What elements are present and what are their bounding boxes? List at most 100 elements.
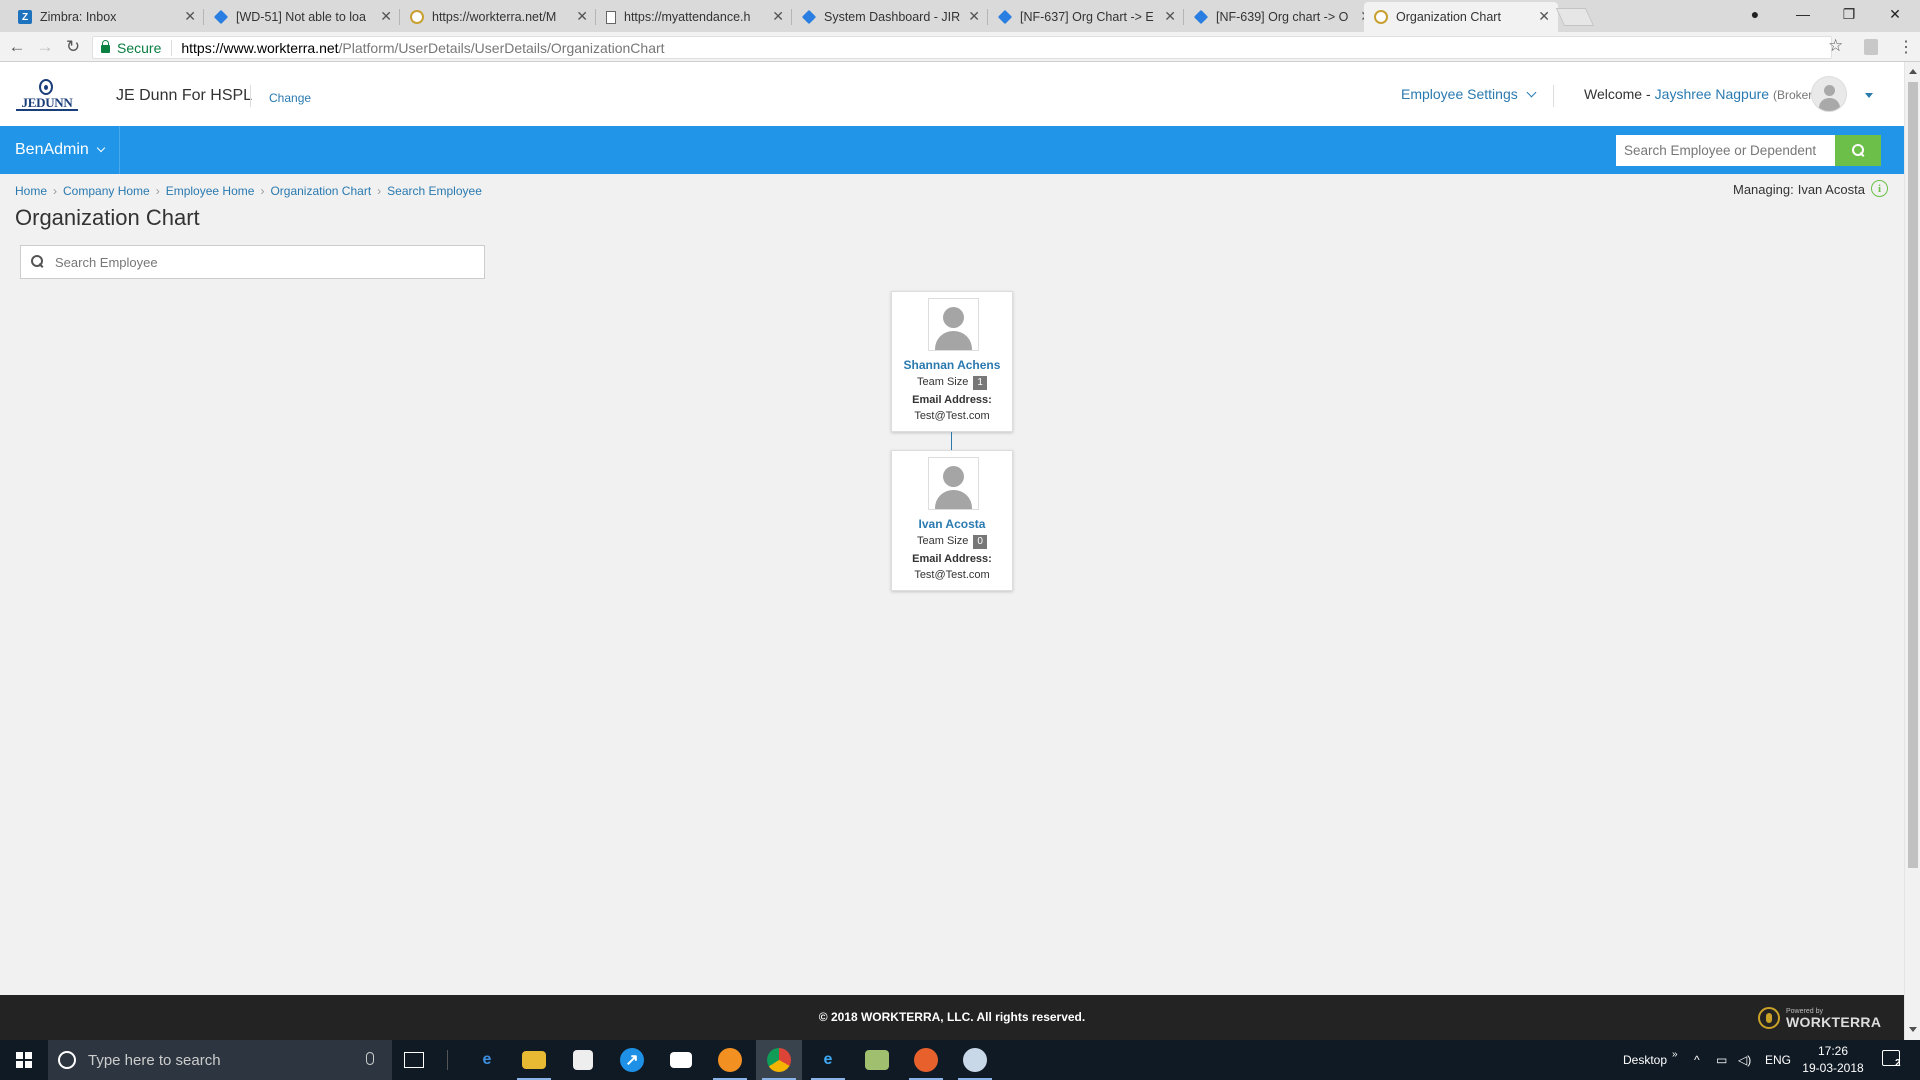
logo-mark-icon [39,79,53,95]
site-header: JEDUNN JE Dunn For HSPL Change Employee … [0,62,1904,126]
taskbar-firefox[interactable] [903,1040,949,1080]
site-footer: © 2018 WORKTERRA, LLC. All rights reserv… [0,995,1904,1040]
profile-icon[interactable]: ● [1732,0,1778,28]
org-chart-connector [951,432,952,450]
browser-tab[interactable]: https://myattendance.h ✕ [596,2,792,32]
search-employee-input[interactable] [55,246,480,278]
employee-name-link[interactable]: Ivan Acosta [892,517,1012,531]
close-icon[interactable]: ✕ [1538,9,1550,23]
language-indicator[interactable]: ENG [1765,1040,1791,1080]
user-avatar[interactable] [1811,76,1847,112]
cortana-icon [58,1051,76,1069]
start-button[interactable] [0,1040,48,1080]
jira-icon [801,9,817,25]
close-icon[interactable]: ✕ [184,9,196,23]
taskbar-file-explorer[interactable] [511,1040,557,1080]
scroll-up-icon[interactable] [1909,69,1917,74]
org-chart-node: Shannan Achens Team Size 1 Email Address… [891,291,1013,432]
network-icon[interactable]: ▭ [1716,1040,1727,1080]
workterra-icon [1374,10,1388,24]
page-title: Organization Chart [15,205,200,230]
bookmark-star-icon[interactable]: ☆ [1828,36,1843,56]
breadcrumb-company-home[interactable]: Company Home [63,184,150,198]
page-scrollbar[interactable] [1904,62,1920,1040]
breadcrumb-search-employee[interactable]: Search Employee [387,184,482,198]
browser-tab[interactable]: System Dashboard - JIRA ✕ [792,2,988,32]
chevron-right-icon: › [53,184,58,198]
volume-icon[interactable]: ◁) [1738,1040,1751,1080]
email-value: Test@Test.com [914,569,990,581]
change-company-link[interactable]: Change [269,91,311,105]
forward-icon[interactable]: → [34,36,56,58]
task-view-icon[interactable] [404,1052,424,1068]
new-tab-button[interactable] [1555,8,1595,26]
employee-dependent-search-input[interactable] [1616,135,1835,166]
managing-label: Managing: [1733,182,1794,197]
team-size-badge[interactable]: 1 [973,376,987,390]
taskbar-store[interactable] [560,1040,606,1080]
taskbar-search-box[interactable]: Type here to search [48,1040,392,1080]
address-bar[interactable]: Secure https://www.workterra.net /Platfo… [92,36,1832,59]
taskbar-app-blue[interactable]: ↗ [609,1040,655,1080]
browser-tab[interactable]: Z Zimbra: Inbox ✕ [8,2,204,32]
employee-settings-menu[interactable]: Employee Settings [1401,86,1537,102]
employee-name-link[interactable]: Shannan Achens [892,358,1012,372]
back-icon[interactable]: ← [6,36,28,58]
extension-icon[interactable] [1864,39,1878,55]
breadcrumb-employee-home[interactable]: Employee Home [166,184,255,198]
reload-icon[interactable]: ↻ [62,36,84,58]
taskbar-mail[interactable] [658,1040,704,1080]
taskbar-paint[interactable] [952,1040,998,1080]
employee-settings-label: Employee Settings [1401,86,1518,102]
taskbar-edge[interactable]: e [464,1040,510,1080]
firefox-icon [914,1048,938,1072]
restore-icon[interactable]: ❐ [1826,0,1872,28]
taskbar-archive[interactable] [854,1040,900,1080]
tab-label: [NF-639] Org chart -> O [1216,10,1349,24]
browser-tab[interactable]: https://workterra.net/M ✕ [400,2,596,32]
close-icon[interactable]: ✕ [772,9,784,23]
email-label: Email Address: [912,553,992,565]
close-icon[interactable]: ✕ [1164,9,1176,23]
close-icon[interactable]: ✕ [576,9,588,23]
chevron-down-icon [1526,87,1537,98]
browser-tab-active[interactable]: Organization Chart ✕ [1364,2,1558,32]
chevron-right-icon: › [377,184,382,198]
tab-label: Zimbra: Inbox [40,10,117,24]
breadcrumb-organization-chart[interactable]: Organization Chart [270,184,371,198]
team-size-badge[interactable]: 0 [973,535,987,549]
browser-tab[interactable]: [NF-639] Org chart -> O ✕ [1184,2,1380,32]
close-icon[interactable]: ✕ [968,9,980,23]
close-window-icon[interactable]: ✕ [1872,0,1918,28]
user-name-link[interactable]: Jayshree Nagpure [1655,86,1769,102]
desktop-label: Desktop [1623,1053,1668,1067]
system-clock[interactable]: 17:26 19-03-2018 [1798,1043,1868,1077]
microphone-icon[interactable] [366,1052,374,1065]
managing-name: Ivan Acosta [1797,182,1865,197]
caret-down-icon[interactable] [1865,93,1873,98]
browser-tab[interactable]: [NF-637] Org Chart -> E ✕ [988,2,1184,32]
info-icon[interactable]: i [1871,180,1888,197]
lock-icon [101,39,110,53]
breadcrumb-home[interactable]: Home [15,184,47,198]
taskbar-chrome[interactable] [756,1040,802,1080]
browser-menu-icon[interactable]: ⋮ [1898,37,1914,57]
chevron-icon[interactable]: » [1672,1034,1678,1074]
browser-tab[interactable]: [WD-51] Not able to loa ✕ [204,2,400,32]
scrollbar-thumb[interactable] [1908,82,1918,868]
app-icon: ↗ [620,1048,644,1072]
minimize-icon[interactable]: — [1780,0,1826,28]
app-menu-button[interactable]: BenAdmin [15,141,106,159]
taskbar-ie[interactable]: e [805,1040,851,1080]
scroll-down-icon[interactable] [1909,1027,1917,1032]
taskbar-firefox-alt[interactable] [707,1040,753,1080]
tab-label: Organization Chart [1396,10,1501,24]
search-button[interactable] [1835,135,1881,166]
desktop-toolbar[interactable]: Desktop [1623,1040,1667,1080]
tray-expand-icon[interactable]: ^ [1694,1040,1700,1080]
clock-time: 17:26 [1817,1044,1849,1058]
chrome-icon [767,1048,791,1072]
chevron-right-icon: › [260,184,265,198]
jedunn-logo[interactable]: JEDUNN [16,79,78,111]
close-icon[interactable]: ✕ [380,9,392,23]
